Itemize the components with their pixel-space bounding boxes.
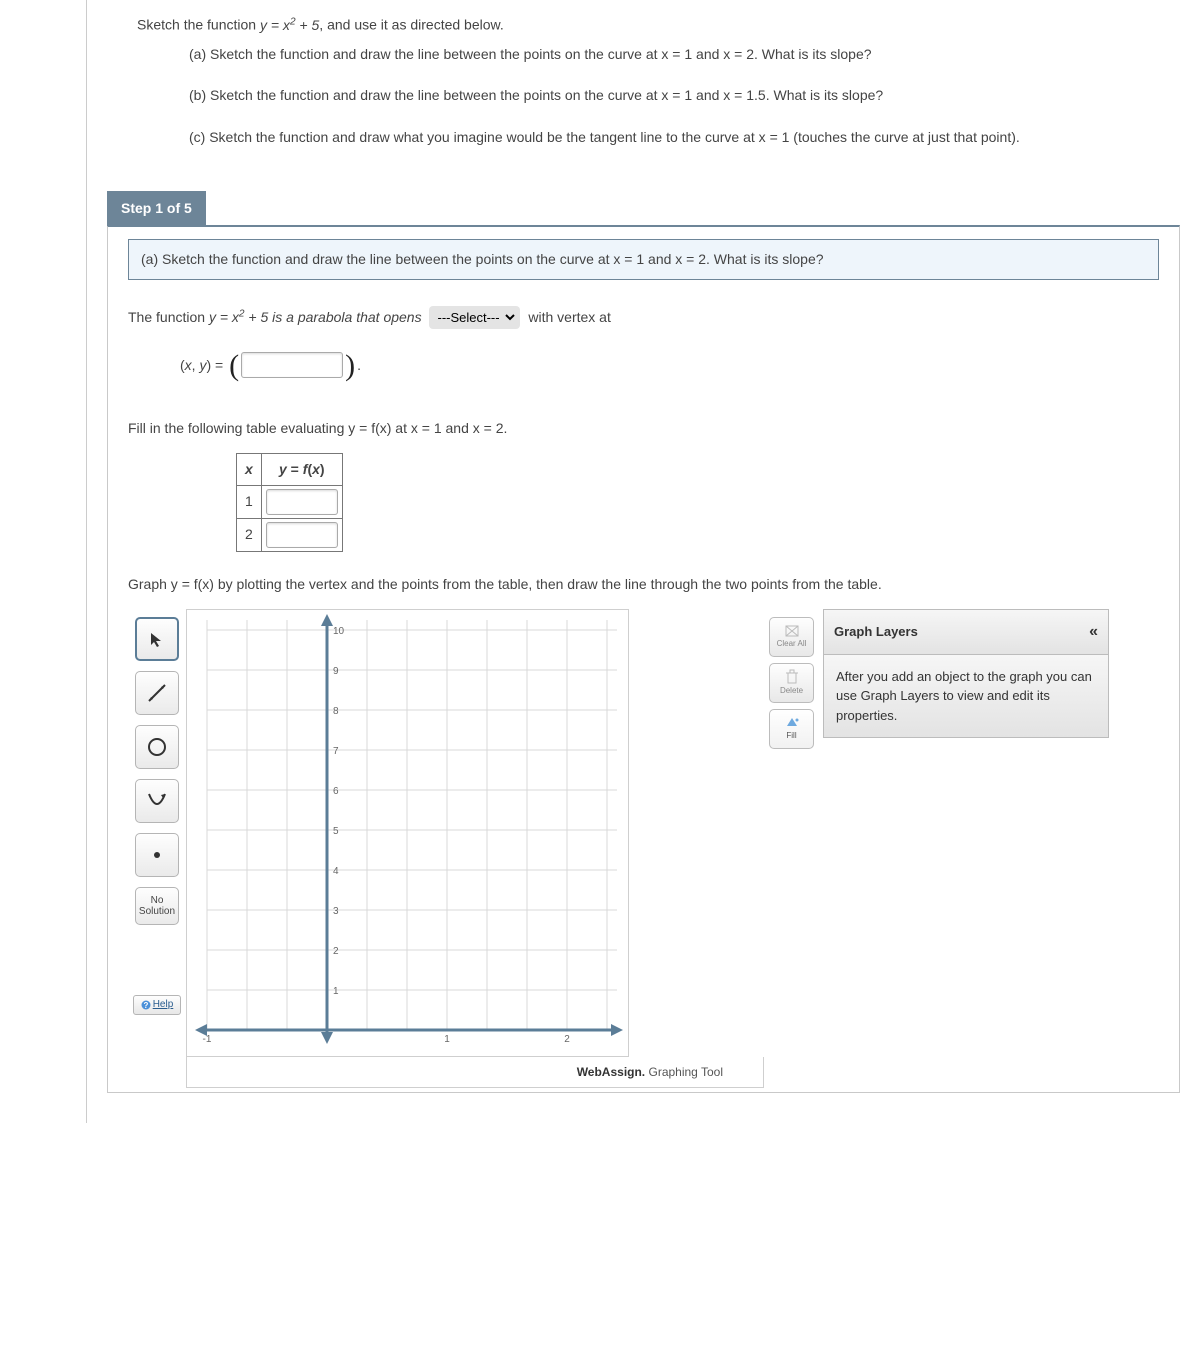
clear-all-button[interactable]: Clear All xyxy=(769,617,814,657)
svg-text:-1: -1 xyxy=(203,1034,212,1045)
th-fx: y = f(x) xyxy=(261,453,342,485)
open-paren: ( xyxy=(229,343,239,388)
step-header: Step 1 of 5 xyxy=(107,191,206,226)
part-c-text: (c) Sketch the function and draw what yo… xyxy=(189,127,1160,149)
graph-canvas[interactable]: 10 9 8 7 6 5 4 3 2 1 xyxy=(186,609,629,1057)
parabola-tool[interactable] xyxy=(135,779,179,823)
th-x: x xyxy=(237,453,262,485)
svg-text:6: 6 xyxy=(333,786,339,797)
circle-tool[interactable] xyxy=(135,725,179,769)
svg-text:10: 10 xyxy=(333,626,345,637)
svg-text:2: 2 xyxy=(564,1034,570,1045)
svg-text:7: 7 xyxy=(333,746,339,757)
part-b-text: (b) Sketch the function and draw the lin… xyxy=(189,85,1160,107)
graph-footer: WebAssign. Graphing Tool xyxy=(186,1057,764,1088)
fx-at-1-input[interactable] xyxy=(266,489,338,515)
svg-text:1: 1 xyxy=(444,1034,450,1045)
graph-layers-header[interactable]: Graph Layers « xyxy=(823,609,1109,655)
help-button[interactable]: ? Help xyxy=(133,995,181,1015)
close-paren: ) xyxy=(345,343,355,388)
svg-text:4: 4 xyxy=(333,866,339,877)
trash-icon xyxy=(785,669,799,685)
point-tool[interactable] xyxy=(135,833,179,877)
chevron-left-icon: « xyxy=(1089,620,1098,644)
fill-button[interactable]: Fill xyxy=(769,709,814,749)
parabola-statement: The function y = x2 + 5 is a parabola th… xyxy=(128,306,1159,329)
no-solution-tool[interactable]: No Solution xyxy=(135,887,179,925)
part-a-highlight: (a) Sketch the function and draw the lin… xyxy=(128,239,1159,280)
svg-text:?: ? xyxy=(143,1001,148,1010)
fx-at-2-input[interactable] xyxy=(266,522,338,548)
svg-text:1: 1 xyxy=(333,986,339,997)
delete-button[interactable]: Delete xyxy=(769,663,814,703)
svg-text:9: 9 xyxy=(333,666,339,677)
problem-intro: Sketch the function y = x2 + 5, and use … xyxy=(137,14,1160,36)
table-row: 2 xyxy=(237,518,343,551)
pointer-tool[interactable] xyxy=(135,617,179,661)
svg-text:8: 8 xyxy=(333,706,339,717)
svg-text:2: 2 xyxy=(333,946,339,957)
vertex-input[interactable] xyxy=(241,352,343,378)
table-row: 1 xyxy=(237,485,343,518)
graph-layers-body: After you add an object to the graph you… xyxy=(823,655,1109,739)
direction-select[interactable]: ---Select--- xyxy=(429,306,520,329)
line-tool[interactable] xyxy=(135,671,179,715)
fill-table-text: Fill in the following table evaluating y… xyxy=(128,418,1159,439)
value-table: x y = f(x) 1 2 xyxy=(236,453,343,552)
graph-instruction: Graph y = f(x) by plotting the vertex an… xyxy=(128,574,1159,595)
vertex-label: (x, y) = xyxy=(180,355,227,376)
svg-text:5: 5 xyxy=(333,826,339,837)
graph-tool-palette: No Solution ? Help xyxy=(128,609,186,1015)
part-a-text: (a) Sketch the function and draw the lin… xyxy=(189,44,1160,66)
svg-text:3: 3 xyxy=(333,906,339,917)
fill-icon xyxy=(784,716,800,730)
